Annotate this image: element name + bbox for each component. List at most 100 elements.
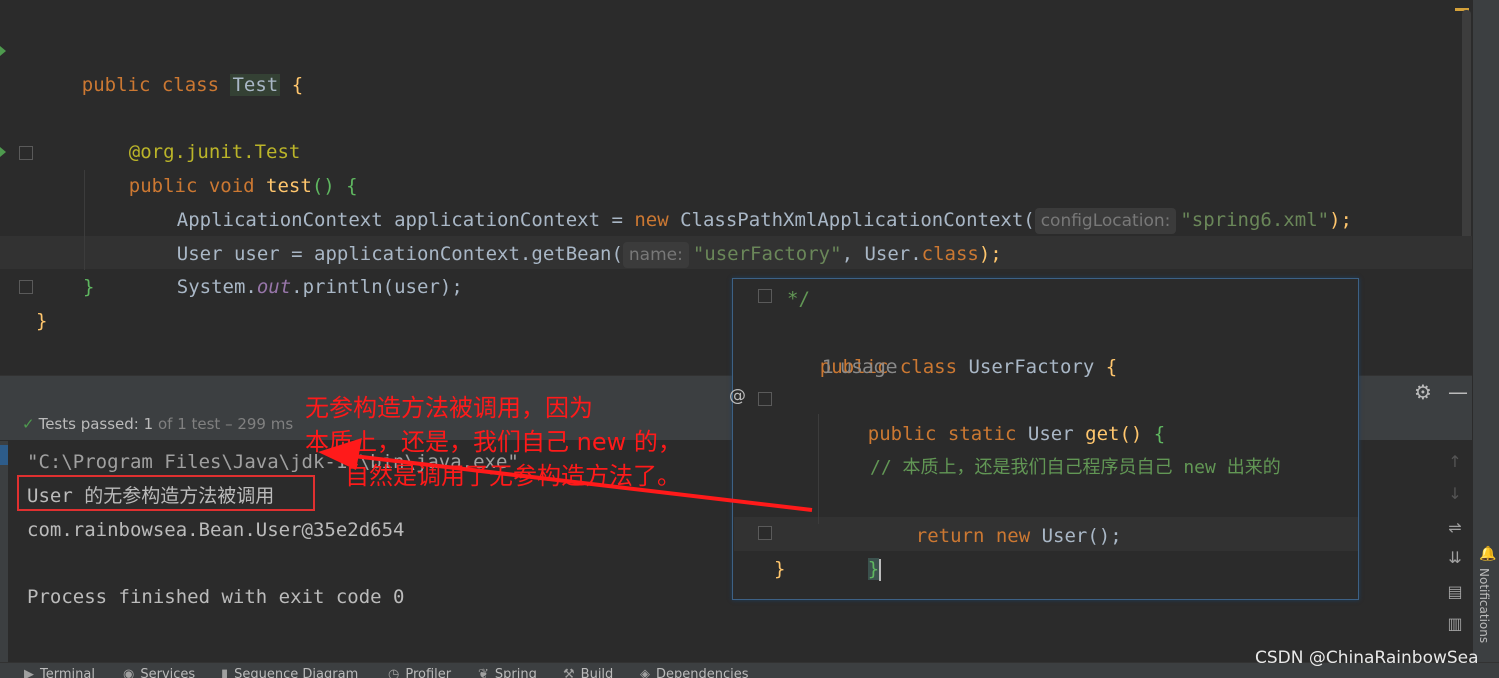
minimize-icon[interactable]: — (1448, 380, 1468, 404)
popup-close-class: } (774, 558, 786, 580)
tab-dependencies[interactable]: ◈ Dependencies (640, 665, 749, 678)
spring-icon: ❦ (478, 667, 489, 678)
bell-icon[interactable]: 🔔 (1479, 546, 1496, 562)
soft-wrap-icon[interactable]: ⇌ (1446, 519, 1464, 537)
print-icon[interactable]: ▤ (1446, 583, 1464, 601)
code-text: User(); (1030, 525, 1122, 547)
tab-label: Spring (494, 667, 537, 678)
code-line-getbean: User user = applicationContext.getBean(n… (131, 203, 1002, 268)
profiler-icon: ◷ (388, 667, 400, 678)
down-arrow-icon[interactable]: ↓ (1446, 485, 1464, 503)
fold-end-icon[interactable] (758, 526, 772, 540)
check-icon: ✓ (22, 415, 35, 433)
services-icon: ◉ (123, 667, 135, 678)
string-literal: "userFactory" (692, 243, 842, 265)
code-text: System. (176, 276, 257, 298)
code-end: ); (1329, 209, 1352, 231)
class-name: UserFactory (968, 356, 1095, 378)
brace: { (1153, 423, 1166, 445)
console-toolbar: ↑ ↓ ⇌ ⇊ ▤ ▥ (1438, 445, 1472, 645)
trash-icon[interactable]: ▥ (1446, 615, 1464, 633)
tab-spring[interactable]: ❦ Spring (478, 665, 537, 678)
run-class-icon[interactable] (0, 46, 6, 56)
code-line-method: public void test() { (83, 135, 358, 197)
override-marker-icon[interactable]: @ (729, 386, 746, 406)
parameter-hint: name: (622, 241, 689, 268)
console-exit-line: Process finished with exit code 0 (27, 586, 405, 608)
popup-close-method: } (822, 518, 882, 581)
tab-services[interactable]: ◉ Services (123, 665, 195, 678)
gear-icon[interactable]: ⚙ (1414, 380, 1432, 404)
up-arrow-icon[interactable]: ↑ (1446, 453, 1464, 471)
annotation-text-line3: 自然是调用了无参构造方法了。 (345, 462, 681, 490)
dependencies-icon: ◈ (640, 667, 650, 678)
watermark: CSDN @ChinaRainbowSea (1255, 648, 1479, 668)
matched-brace: } (867, 558, 880, 580)
brace: { (280, 74, 304, 96)
scroll-to-end-icon[interactable]: ⇊ (1446, 549, 1464, 567)
code-line-close-method: } (83, 276, 95, 298)
notifications-tab[interactable]: Notifications (1477, 568, 1491, 643)
code-line-println: System.out.println(user); (131, 236, 463, 298)
keyword-class: class (921, 243, 979, 265)
build-icon: ⚒ (563, 667, 575, 678)
annotation-text-line2: 本质上，还是，我们自己 new 的， (305, 428, 682, 456)
tab-sequence-diagram[interactable]: ▮ Sequence Diagram (221, 665, 358, 678)
usage-hint[interactable]: 1 usage (822, 350, 897, 384)
code-line-context: ApplicationContext applicationContext = … (131, 169, 1352, 234)
quick-definition-popup[interactable]: */ public class UserFactory { 1 usage pu… (732, 278, 1359, 600)
popup-return-line: return new User(); (870, 485, 1122, 547)
code-text: .println(user); (291, 276, 463, 298)
run-left-strip (0, 441, 8, 662)
popup-class-decl: public class UserFactory { (774, 316, 1117, 378)
right-tool-strip (1473, 0, 1499, 662)
terminal-icon: ▶ (24, 667, 34, 678)
indent-guide (818, 414, 819, 524)
text-caret (879, 558, 882, 581)
static-field: out (256, 276, 292, 298)
tab-label: Services (140, 667, 196, 678)
fold-method-icon[interactable] (19, 146, 33, 160)
tab-terminal[interactable]: ▶ Terminal (24, 665, 95, 678)
popup-method-decl: public static User get() { (822, 383, 1165, 445)
tab-label: Dependencies (656, 667, 749, 678)
string-literal: "spring6.xml" (1180, 209, 1330, 231)
fold-comment-icon[interactable] (758, 289, 772, 303)
method-name: get (1085, 423, 1120, 445)
code-text: , User. (841, 243, 922, 265)
code-line-class: public class Test { (36, 34, 303, 96)
tests-passed-detail: of 1 test – 299 ms (157, 415, 294, 433)
annotation-text-line1: 无参构造方法被调用，因为 (305, 394, 593, 422)
parameter-hint: configLocation: (1034, 207, 1177, 234)
run-test-icon[interactable] (0, 147, 6, 157)
tab-build[interactable]: ⚒ Build (563, 665, 613, 678)
editor-gutter (0, 0, 12, 375)
code-line-close-class: } (36, 310, 48, 332)
highlight-box (17, 475, 315, 511)
code-end: ); (978, 243, 1002, 265)
keyword-return: return (915, 525, 996, 547)
keyword: public static (867, 423, 1028, 445)
fold-end-icon[interactable] (19, 280, 33, 294)
tab-label: Build (580, 667, 614, 678)
tab-label: Sequence Diagram (234, 667, 359, 678)
keyword-new: new (995, 525, 1031, 547)
fold-method-icon[interactable] (758, 392, 772, 406)
editor-scrollbar[interactable] (1462, 10, 1471, 250)
method-parens: () (1119, 423, 1154, 445)
return-type: User (1027, 423, 1086, 445)
tab-label: Terminal (40, 667, 95, 678)
sequence-diagram-icon: ▮ (221, 667, 229, 678)
tab-profiler[interactable]: ◷ Profiler (388, 665, 451, 678)
brace: { (1094, 356, 1118, 378)
class-name: Test (230, 74, 281, 96)
tab-label: Profiler (405, 667, 452, 678)
popup-line-comment: // 本质上，还是我们自己程序员自己 new 出来的 (870, 457, 1281, 478)
tests-passed-count: 1 (143, 415, 154, 433)
tests-passed-label: Tests passed: (38, 415, 139, 433)
selected-marker (0, 445, 8, 465)
code-line-annotation: @org.junit.Test (83, 101, 301, 163)
console-output-line: com.rainbowsea.Bean.User@35e2d654 (27, 519, 405, 541)
keyword: public class (81, 74, 231, 96)
popup-comment-end: */ (787, 288, 810, 310)
